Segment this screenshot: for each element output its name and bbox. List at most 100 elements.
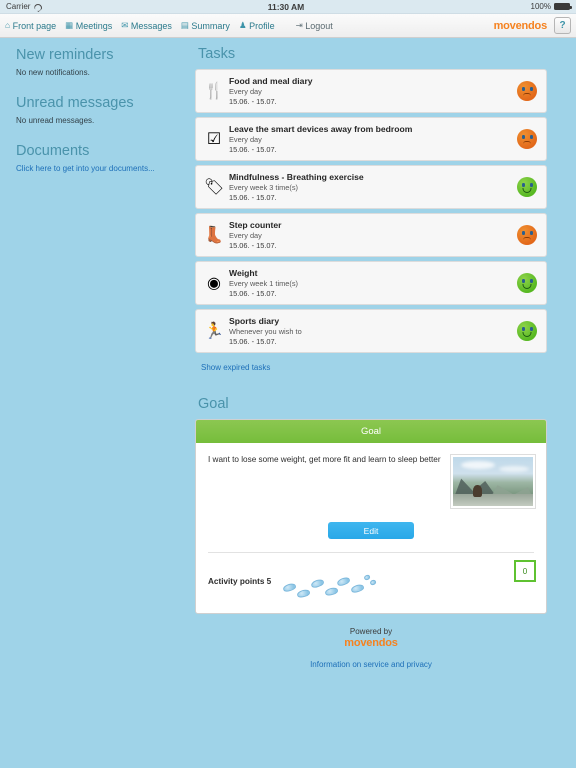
unread-messages-heading: Unread messages: [16, 95, 134, 112]
task-row[interactable]: 🏷 Mindfulness - Breathing exercise Every…: [195, 165, 547, 209]
carrier-label: Carrier: [6, 2, 31, 11]
sad-smiley-icon: [517, 225, 537, 245]
task-frequency: Whenever you wish to: [229, 327, 302, 337]
nav-item-meetings[interactable]: ▦ Meetings: [65, 21, 112, 31]
goal-panel: Goal I want to lose some weight, get mor…: [195, 419, 547, 614]
task-dates: 15.06. - 15.07.: [229, 337, 277, 347]
main-column: Tasks 🍴 Food and meal diary Every day 15…: [195, 46, 547, 672]
sidebar-block-messages: Unread messages No unread messages.: [16, 94, 183, 125]
ios-status-bar: Carrier 11:30 AM 100%: [0, 0, 576, 14]
task-title: Leave the smart devices away from bedroo…: [229, 123, 413, 134]
happy-smiley-icon: [517, 321, 537, 341]
help-button[interactable]: ?: [554, 17, 571, 34]
footprint-icon: [310, 577, 326, 590]
wifi-icon: [33, 3, 41, 10]
task-frequency: Every day: [229, 135, 262, 145]
goal-section-title: Goal: [198, 396, 229, 412]
new-reminders-heading: New reminders: [16, 47, 114, 63]
nav-item-profile[interactable]: ♟ Profile: [239, 21, 275, 31]
nav-label-meetings: Meetings: [75, 20, 113, 31]
fork-knife-icon: 🍴: [204, 83, 224, 100]
task-dates: 15.06. - 15.07.: [229, 241, 277, 251]
status-bar-right: 100%: [530, 2, 572, 11]
nav-label-summary: Summary: [191, 20, 230, 31]
task-frequency: Every day: [229, 231, 262, 241]
footprint-icon: [336, 575, 352, 588]
footprint-icon: [369, 579, 377, 586]
task-title: Step counter: [229, 219, 282, 230]
battery-full-icon: [554, 3, 572, 10]
home-icon: ⌂: [5, 20, 11, 31]
scale-icon: ◉: [207, 275, 221, 292]
sidebar-block-reminders: New reminders No new notifications.: [16, 46, 183, 77]
task-dates: 15.06. - 15.07.: [229, 145, 277, 155]
sidebar-block-documents: Documents Click here to get into your do…: [16, 142, 183, 173]
task-text: Step counter Every day 15.06. - 15.07.: [229, 220, 517, 251]
nav-label-profile: Profile: [249, 20, 275, 31]
task-frequency: Every day: [229, 87, 262, 97]
task-title: Food and meal diary: [229, 75, 313, 86]
task-text: Food and meal diary Every day 15.06. - 1…: [229, 76, 517, 107]
new-reminders-text: No new notifications.: [16, 68, 90, 78]
tasks-section-title: Tasks: [198, 46, 236, 62]
nav-item-front-page[interactable]: ⌂ Front page: [5, 21, 56, 31]
mountain-landscape-photo: [450, 454, 536, 509]
status-bar-time: 11:30 AM: [267, 1, 305, 12]
task-text: Sports diary Whenever you wish to 15.06.…: [229, 316, 517, 347]
footprint-icon: [324, 586, 339, 597]
sad-smiley-icon: [517, 129, 537, 149]
footer-brand-logo: movendos: [344, 637, 398, 649]
show-expired-tasks-link[interactable]: Show expired tasks: [201, 363, 270, 372]
calendar-icon: ▦: [65, 20, 74, 31]
task-frequency: Every week 3 time(s): [229, 183, 298, 193]
checkbox-checked-icon: ☑: [206, 131, 222, 148]
goal-body: I want to lose some weight, get more fit…: [196, 443, 546, 509]
chart-bars-icon: ▤: [180, 20, 189, 31]
task-row[interactable]: 🏃 Sports diary Whenever you wish to 15.0…: [195, 309, 547, 353]
happy-smiley-icon: [517, 177, 537, 197]
footprint-icon: [296, 588, 311, 599]
activity-points-badge: 0: [514, 560, 536, 582]
happy-smiley-icon: [517, 273, 537, 293]
goal-actions: Edit: [196, 509, 546, 552]
user-icon: ♟: [238, 20, 247, 31]
status-bar-left: Carrier: [6, 2, 41, 11]
app-navbar: ⌂ Front page ▦ Meetings ✉ Messages ▤ Sum…: [0, 14, 576, 38]
nav-item-summary[interactable]: ▤ Summary: [181, 21, 230, 31]
edit-goal-button[interactable]: Edit: [328, 522, 414, 539]
task-dates: 15.06. - 15.07.: [229, 193, 277, 203]
task-row[interactable]: 🍴 Food and meal diary Every day 15.06. -…: [195, 69, 547, 113]
battery-percent-label: 100%: [530, 2, 551, 11]
task-row[interactable]: ☑ Leave the smart devices away from bedr…: [195, 117, 547, 161]
nav-label-front-page: Front page: [12, 20, 57, 31]
envelope-icon: ✉: [121, 20, 129, 31]
footer: Powered by movendos Information on servi…: [195, 627, 547, 672]
goal-description: I want to lose some weight, get more fit…: [208, 455, 441, 464]
runner-icon: 🏃: [204, 323, 224, 340]
tag-icon: 🏷: [203, 179, 225, 196]
task-dates: 15.06. - 15.07.: [229, 97, 277, 107]
footprint-icon: [350, 583, 366, 594]
task-row[interactable]: 👢 Step counter Every day 15.06. - 15.07.: [195, 213, 547, 257]
brand-logo: movendos: [493, 19, 548, 32]
task-frequency: Every week 1 time(s): [229, 279, 298, 289]
footprint-icon: [282, 582, 298, 593]
documents-link[interactable]: Click here to get into your documents...: [16, 164, 183, 173]
logout-icon: ⇥: [295, 20, 303, 31]
nav-label-logout: Logout: [305, 20, 333, 31]
boot-icon: 👢: [204, 227, 224, 244]
nav-item-messages[interactable]: ✉ Messages: [121, 21, 172, 31]
task-text: Leave the smart devices away from bedroo…: [229, 124, 517, 155]
activity-points-row: Activity points 5 0: [196, 553, 546, 613]
footprint-icon: [363, 573, 371, 581]
page-content: New reminders No new notifications. Unre…: [0, 38, 576, 672]
task-title: Mindfulness - Breathing exercise: [229, 171, 364, 182]
activity-points-label: Activity points 5: [208, 576, 272, 586]
nav-item-logout[interactable]: ⇥ Logout: [296, 21, 333, 31]
task-row[interactable]: ◉ Weight Every week 1 time(s) 15.06. - 1…: [195, 261, 547, 305]
privacy-info-link[interactable]: Information on service and privacy: [310, 660, 432, 669]
sad-smiley-icon: [517, 81, 537, 101]
task-title: Sports diary: [229, 315, 280, 326]
task-text: Weight Every week 1 time(s) 15.06. - 15.…: [229, 268, 517, 299]
goal-panel-header: Goal: [196, 420, 546, 443]
